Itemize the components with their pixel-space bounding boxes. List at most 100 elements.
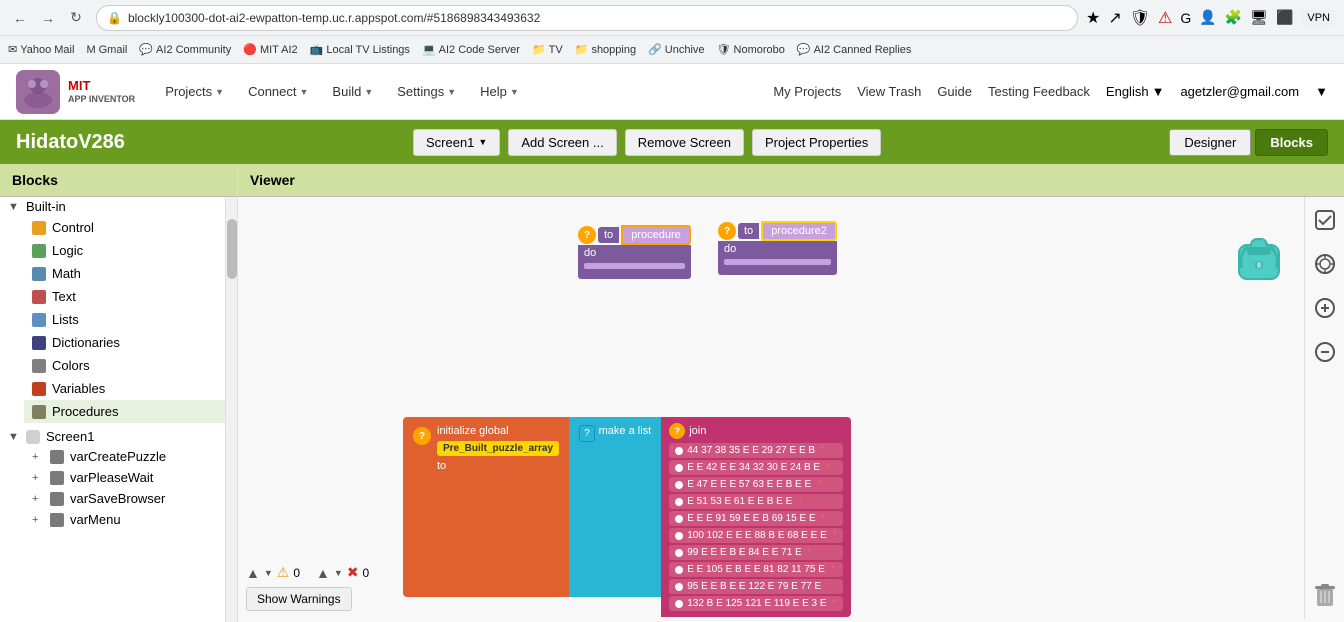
language-arrow: ▼	[1152, 84, 1165, 99]
category-control[interactable]: Control	[24, 216, 237, 239]
var-save-browser-label: varSaveBrowser	[70, 491, 165, 506]
remove-screen-button[interactable]: Remove Screen	[625, 129, 744, 156]
bookmark-nomorobo[interactable]: 🛡 Nomorobo	[717, 43, 785, 56]
bookmark-mit-ai2[interactable]: 🔴 MIT AI2	[243, 43, 297, 56]
bookmark-action-icon[interactable]: ★	[1086, 8, 1100, 28]
bookmark-tv[interactable]: 📁 TV	[532, 43, 563, 56]
checkbox-icon	[1314, 209, 1336, 231]
testing-feedback-link[interactable]: Testing Feedback	[988, 84, 1090, 99]
nav-build[interactable]: Build ▼	[322, 78, 383, 105]
var-menu[interactable]: + varMenu	[24, 509, 237, 530]
var-create-puzzle[interactable]: + varCreatePuzzle	[24, 446, 237, 467]
variables-label: Variables	[52, 381, 105, 396]
var-please-wait[interactable]: + varPleaseWait	[24, 467, 237, 488]
bookmark-ai2-canned[interactable]: 💬 AI2 Canned Replies	[797, 43, 912, 56]
add-screen-button[interactable]: Add Screen ...	[508, 129, 616, 156]
forward-button[interactable]: →	[36, 6, 60, 30]
bookmark-shopping[interactable]: 📁 shopping	[575, 43, 636, 56]
project-title: HidatoV286	[16, 131, 125, 154]
nav-projects[interactable]: Projects ▼	[155, 78, 234, 105]
project-properties-button[interactable]: Project Properties	[752, 129, 881, 156]
var-save-browser[interactable]: + varSaveBrowser	[24, 488, 237, 509]
category-logic[interactable]: Logic	[24, 239, 237, 262]
join-block: ? join 44 37 38 35 E E 29 27 E E B * E E…	[661, 417, 850, 617]
bookmark-ai2-code-server-label: AI2 Code Server	[439, 44, 520, 56]
builtin-toggle: ▼	[8, 201, 20, 213]
procedure2-block[interactable]: ? to procedure2 do	[718, 221, 837, 275]
bookmark-ai2-community[interactable]: 💬 AI2 Community	[139, 43, 231, 56]
share-icon[interactable]: ↗	[1108, 8, 1121, 28]
zoom-in-icon-btn[interactable]	[1310, 293, 1340, 323]
screen1-section[interactable]: ▼ Screen1	[0, 427, 237, 446]
puzzle-icon[interactable]: 🧩	[1225, 9, 1242, 26]
join-dot-1	[675, 464, 683, 472]
nav-settings[interactable]: Settings ▼	[387, 78, 466, 105]
triangle-warning-group: ▲ ▼ ⚠ 0	[246, 564, 300, 581]
join-row-2: E 47 E E E 57 63 E E B E E *	[669, 477, 842, 492]
join-row-9-text: 132 B E 125 121 E 119 E E 3 E	[687, 598, 826, 609]
warning-area: ▲ ▼ ⚠ 0 ▲ ▼ ✖ 0 Show Warnings	[238, 556, 377, 619]
bookmark-gmail[interactable]: M Gmail	[86, 44, 127, 56]
builtin-label: Built-in	[26, 199, 66, 214]
blocks-button[interactable]: Blocks	[1255, 129, 1328, 156]
zoom-out-icon	[1314, 341, 1336, 363]
category-text[interactable]: Text	[24, 285, 237, 308]
x-down-icon: ▼	[334, 568, 343, 578]
language-label: English	[1106, 84, 1149, 99]
show-warnings-button[interactable]: Show Warnings	[246, 587, 352, 611]
language-selector[interactable]: English ▼	[1106, 84, 1165, 99]
category-lists[interactable]: Lists	[24, 308, 237, 331]
address-bar[interactable]: 🔒 blockly100300-dot-ai2-ewpatton-temp.uc…	[96, 5, 1078, 31]
category-dictionaries[interactable]: Dictionaries	[24, 331, 237, 354]
join-asterisk-0: *	[821, 445, 825, 456]
bookmark-yahoo-mail[interactable]: ✉ Yahoo Mail	[8, 43, 74, 56]
designer-button[interactable]: Designer	[1169, 129, 1251, 156]
category-variables[interactable]: Variables	[24, 377, 237, 400]
init-question-icon: ?	[413, 427, 431, 445]
my-projects-link[interactable]: My Projects	[773, 84, 841, 99]
bookmarks-bar: ✉ Yahoo Mail M Gmail 💬 AI2 Community 🔴 M…	[0, 36, 1344, 64]
bookmark-ai2-code-server[interactable]: 💻 AI2 Code Server	[422, 43, 520, 56]
initialize-block[interactable]: ? initialize global Pre_Built_puzzle_arr…	[403, 417, 851, 617]
blocks-scrollbar[interactable]	[225, 197, 237, 622]
join-dot-7	[675, 566, 683, 574]
nav-projects-arrow: ▼	[215, 87, 224, 97]
checkbox-icon-btn[interactable]	[1310, 205, 1340, 235]
zoom-out-icon-btn[interactable]	[1310, 337, 1340, 367]
target-icon-btn[interactable]	[1310, 249, 1340, 279]
trash-icon-btn[interactable]	[1310, 581, 1340, 611]
dictionaries-label: Dictionaries	[52, 335, 120, 350]
category-colors[interactable]: Colors	[24, 354, 237, 377]
desktop2-icon[interactable]: ⬛	[1276, 9, 1293, 26]
join-row-7-text: E E 105 E B E E 81 82 11 75 E	[687, 564, 825, 575]
builtin-section[interactable]: ▼ Built-in	[0, 197, 237, 216]
bookmark-gmail-label: Gmail	[99, 44, 128, 56]
profile-icon[interactable]: 👤	[1199, 9, 1216, 26]
view-trash-link[interactable]: View Trash	[857, 84, 921, 99]
nav-settings-arrow: ▼	[447, 87, 456, 97]
warning-triangle-icon[interactable]: ⚠	[1158, 8, 1172, 28]
category-math[interactable]: Math	[24, 262, 237, 285]
viewer-content[interactable]: ? to procedure do ? to procedure2 do	[238, 197, 1344, 619]
category-procedures[interactable]: Procedures	[24, 400, 237, 423]
back-button[interactable]: ←	[8, 6, 32, 30]
join-label: join	[689, 425, 706, 437]
procedure1-block[interactable]: ? to procedure do	[578, 225, 691, 279]
x-count: 0	[363, 566, 370, 580]
bookmark-unchive[interactable]: 🔗 Unchive	[648, 43, 704, 56]
screen-selector[interactable]: Screen1 ▼	[413, 129, 500, 156]
blocks-panel-header: Blocks	[0, 164, 237, 197]
monitor-icon[interactable]: 🖥	[1250, 9, 1268, 26]
join-row-5-text: 100 102 E E E 88 B E 68 E E E	[687, 530, 827, 541]
bookmark-local-tv[interactable]: 📺 Local TV Listings	[310, 43, 410, 56]
extension-icon[interactable]: G	[1180, 10, 1191, 26]
mit-ai2-icon: 🔴	[243, 43, 257, 56]
guide-link[interactable]: Guide	[937, 84, 972, 99]
reload-button[interactable]: ↻	[64, 6, 88, 30]
nav-connect[interactable]: Connect ▼	[238, 78, 318, 105]
nav-help[interactable]: Help ▼	[470, 78, 529, 105]
backpack[interactable]	[1229, 227, 1289, 290]
join-row-8-text: 95 E E B E E 122 E 79 E 77 E	[687, 581, 821, 592]
shield-icon[interactable]: 🛡	[1130, 8, 1150, 28]
join-dot-6	[675, 549, 683, 557]
